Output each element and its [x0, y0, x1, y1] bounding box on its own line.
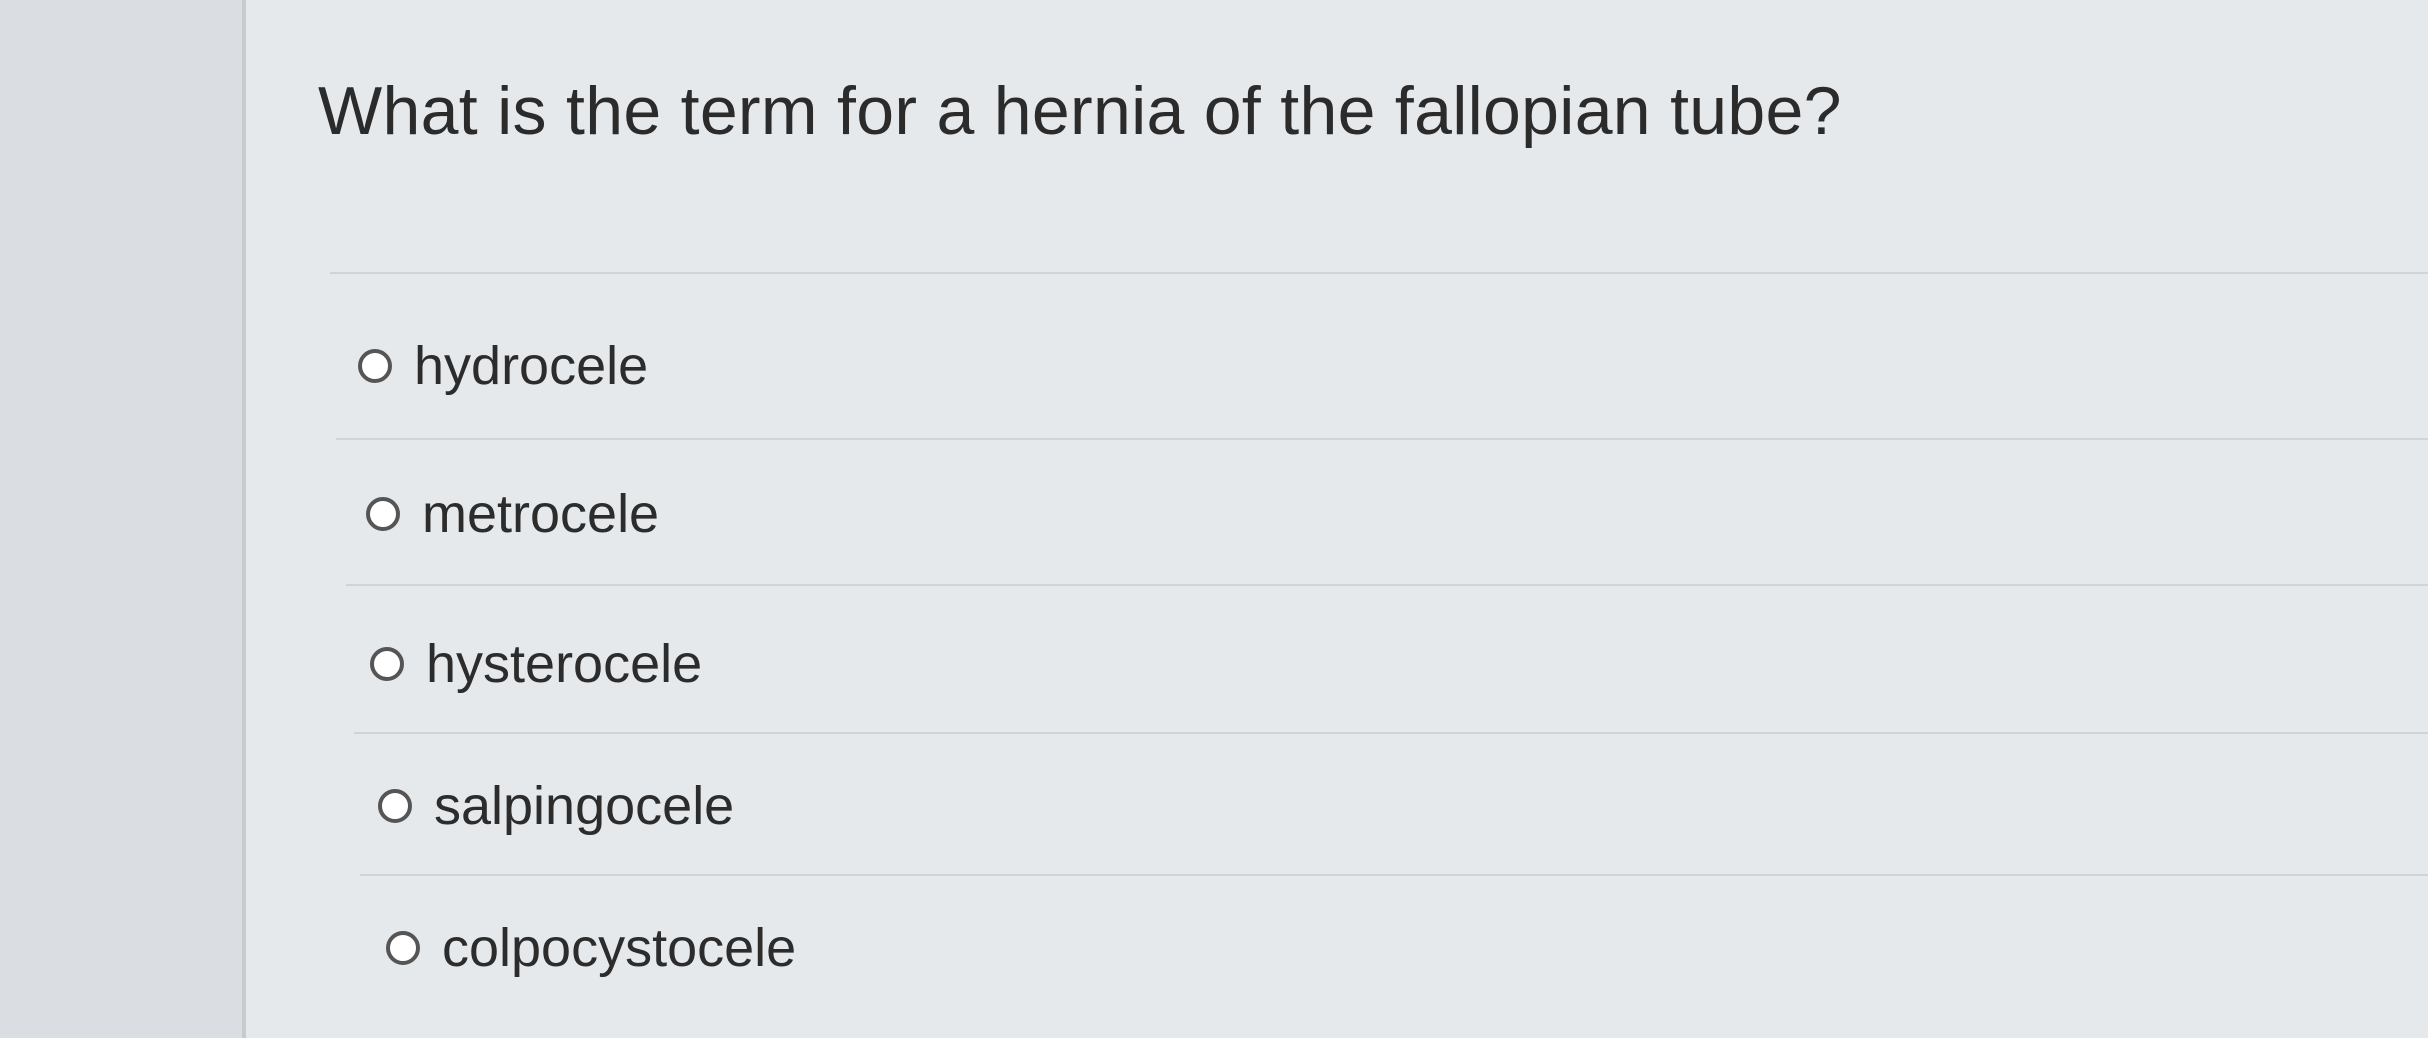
answer-option-3[interactable]: hysterocele — [370, 624, 702, 704]
left-margin — [0, 0, 248, 1038]
divider — [336, 438, 2428, 440]
answer-option-label: hysterocele — [426, 634, 703, 694]
answer-option-label: hydrocele — [414, 336, 649, 396]
divider — [330, 272, 2428, 274]
answer-option-4[interactable]: salpingocele — [378, 766, 734, 846]
radio-button-icon[interactable] — [366, 497, 400, 531]
divider — [360, 874, 2428, 876]
radio-button-icon[interactable] — [386, 931, 420, 965]
radio-button-icon[interactable] — [378, 789, 412, 823]
question-text: What is the term for a hernia of the fal… — [318, 73, 1842, 149]
answer-option-1[interactable]: hydrocele — [358, 326, 648, 406]
answer-option-label: colpocystocele — [442, 918, 797, 978]
answer-option-5[interactable]: colpocystocele — [386, 908, 796, 988]
answer-option-2[interactable]: metrocele — [366, 474, 659, 554]
answer-option-label: salpingocele — [434, 776, 735, 836]
radio-button-icon[interactable] — [370, 647, 404, 681]
divider — [346, 584, 2428, 586]
divider — [354, 732, 2428, 734]
radio-button-icon[interactable] — [358, 349, 392, 383]
answer-option-label: metrocele — [422, 484, 660, 544]
